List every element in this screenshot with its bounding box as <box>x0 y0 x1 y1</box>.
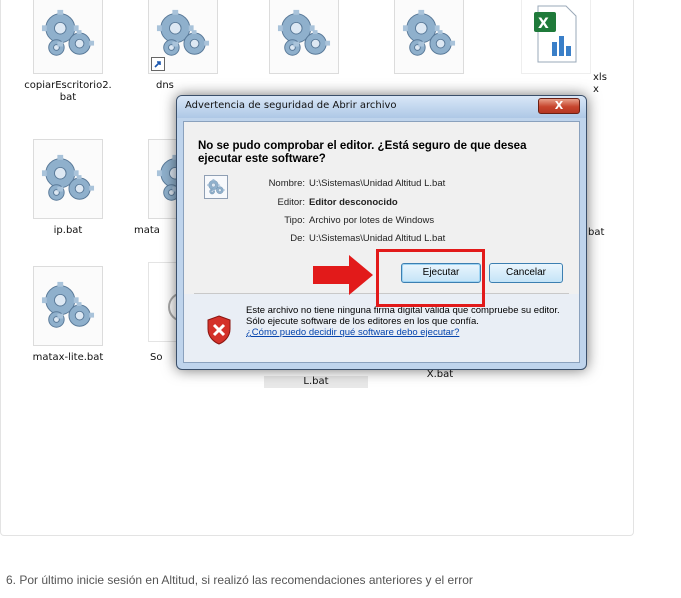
warning-shield-icon <box>207 315 231 345</box>
file-label: X.bat <box>426 369 454 380</box>
warning-heading: No se pudo comprobar el editor. ¿Está se… <box>198 140 527 165</box>
help-link[interactable]: ¿Cómo puedo decidir qué software debo ej… <box>246 327 566 338</box>
info-value: Archivo por lotes de Windows <box>309 215 435 226</box>
file-label: bat <box>588 227 605 238</box>
info-key: Editor: <box>277 197 305 208</box>
svg-text:X: X <box>538 16 549 32</box>
file-item[interactable]: copiarEscritorio2. bat <box>13 0 123 104</box>
footer-message: Este archivo no tiene ninguna firma digi… <box>246 305 566 338</box>
batch-gear-icon <box>33 0 103 74</box>
batch-gear-icon <box>394 0 464 74</box>
highlight-box <box>376 249 485 307</box>
info-key: Tipo: <box>284 215 305 226</box>
file-label: L.bat <box>264 376 368 388</box>
file-label: matax-lite.bat <box>32 352 104 363</box>
close-button[interactable]: X <box>538 98 580 114</box>
batch-gear-icon <box>33 139 103 219</box>
excel-icon: X <box>521 0 591 74</box>
file-item[interactable]: L.bat <box>264 369 368 388</box>
dialog-title: Advertencia de seguridad de Abrir archiv… <box>185 100 397 111</box>
unsigned-warning-text: Este archivo no tiene ninguna firma digi… <box>246 305 560 327</box>
article-paragraph: 6. Por último inicie sesión en Altitud, … <box>6 573 473 587</box>
file-label: xlsx <box>593 72 607 95</box>
red-arrow-annotation <box>313 255 373 295</box>
info-value: U:\Sistemas\Unidad Altitud L.bat <box>309 178 446 189</box>
cancel-button[interactable]: Cancelar <box>489 263 563 283</box>
info-value: Editor desconocido <box>309 197 398 208</box>
file-item[interactable]: bat <box>576 139 681 239</box>
info-value: U:\Sistemas\Unidad Altitud L.bat <box>309 233 446 244</box>
batch-gear-icon <box>33 266 103 346</box>
info-key: Nombre: <box>268 178 305 189</box>
info-key: De: <box>290 233 305 244</box>
file-item[interactable]: X.bat <box>385 369 495 381</box>
batch-gear-icon <box>148 0 218 74</box>
file-label: ip.bat <box>53 225 83 236</box>
file-item[interactable]: X xlsx <box>501 0 611 96</box>
file-item[interactable] <box>374 0 484 74</box>
file-item[interactable] <box>249 0 359 74</box>
dialog-titlebar[interactable]: Advertencia de seguridad de Abrir archiv… <box>177 96 586 118</box>
dialog-body: No se pudo comprobar el editor. ¿Está se… <box>183 121 580 363</box>
security-warning-dialog: Advertencia de seguridad de Abrir archiv… <box>176 95 587 370</box>
shortcut-arrow-icon <box>151 57 165 71</box>
file-item[interactable]: ip.bat <box>13 139 123 237</box>
file-label: dns <box>156 80 174 91</box>
batch-gear-icon <box>269 0 339 74</box>
file-item[interactable]: dns <box>128 0 238 92</box>
file-item[interactable]: matax-lite.bat <box>13 266 123 364</box>
file-label: copiarEscritorio2. bat <box>24 80 112 103</box>
